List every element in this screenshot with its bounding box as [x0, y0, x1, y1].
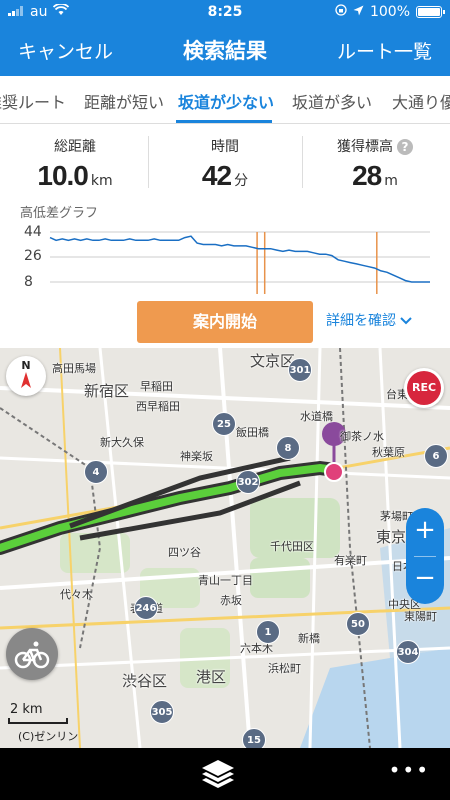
compass-button[interactable]: N	[6, 356, 46, 396]
map-district-label: 東京	[376, 528, 407, 546]
route-stats: 総距離 10.0 km 時間 42 分 獲得標高? 28 m	[0, 124, 450, 198]
map-place-label: 御茶ノ水	[340, 430, 384, 443]
map-district-label: 秋葉原	[372, 446, 405, 459]
map-place-label: 代々木	[60, 588, 93, 601]
bicycle-icon	[14, 641, 50, 669]
time-value-group: 42 分	[150, 160, 300, 192]
route-shield: 50	[346, 612, 370, 636]
more-menu-icon[interactable]: •••	[389, 758, 430, 782]
tab-fewer-slopes[interactable]: 坂道が少ない	[178, 89, 274, 113]
nav-bar: キャンセル 検索結果 ルート一覧	[0, 24, 450, 76]
map-place-label: 浜松町	[268, 662, 301, 675]
chevron-down-icon	[400, 313, 413, 329]
map-place-label: 有楽町	[334, 554, 367, 567]
tab-recommended[interactable]: 推奨ルート	[0, 89, 66, 113]
compass-label: N	[21, 359, 31, 372]
route-shield: 304	[396, 640, 420, 664]
record-label: REC	[407, 371, 441, 405]
map-district-label: 渋谷区	[122, 672, 168, 690]
zoom-in-button[interactable]: +	[406, 514, 444, 546]
elevation-value-group: 28 m	[300, 160, 450, 192]
distance-value: 10.0	[37, 160, 88, 191]
zoom-control: + −	[406, 508, 444, 604]
map-canvas	[0, 348, 450, 748]
map-place-label: 西早稲田	[136, 400, 180, 413]
route-shield: 301	[288, 358, 312, 382]
map-place-label: 水道橋	[300, 410, 333, 423]
orientation-lock-icon	[335, 4, 347, 20]
battery-icon	[416, 6, 445, 18]
status-right-group: 100%	[335, 4, 445, 20]
elevation-value: 28	[352, 160, 382, 191]
stat-divider	[148, 136, 149, 188]
location-icon	[353, 4, 364, 20]
stat-distance: 総距離 10.0 km	[0, 124, 150, 198]
tab-more-slopes[interactable]: 坂道が多い	[292, 89, 372, 113]
map-district-label: 港区	[196, 668, 227, 686]
distance-value-group: 10.0 km	[0, 160, 150, 192]
detail-link-label: 詳細を確認	[326, 313, 396, 329]
map-place-label: 神楽坂	[180, 450, 213, 463]
tab-main-roads[interactable]: 大通り優	[392, 89, 450, 113]
map-place-label: 青山一丁目	[198, 574, 253, 587]
route-shield: 4	[84, 460, 108, 484]
map-scale-bar	[8, 718, 68, 724]
route-shield: 6	[424, 444, 448, 468]
battery-label: 100%	[369, 4, 410, 20]
route-tabs: 推奨ルート 距離が短い 坂道が少ない 坂道が多い 大通り優	[0, 76, 450, 124]
route-shield: 305	[150, 700, 174, 724]
layers-icon[interactable]	[200, 756, 236, 792]
map-place-label: 飯田橋	[236, 426, 269, 439]
detail-link[interactable]: 詳細を確認	[326, 310, 413, 330]
route-list-button[interactable]: ルート一覧	[337, 37, 432, 64]
elevation-chart	[49, 231, 430, 294]
elevation-graph-area: 高低差グラフ 44 26 8 案内開始 詳細を確認	[0, 198, 450, 348]
route-shield: 25	[212, 412, 236, 436]
compass-needle-icon	[21, 372, 31, 388]
distance-label: 総距離	[54, 139, 96, 155]
tab-shortest[interactable]: 距離が短い	[84, 89, 164, 113]
map-place-label: 新大久保	[100, 436, 144, 449]
bottom-toolbar: •••	[0, 748, 450, 800]
time-label: 時間	[211, 139, 239, 155]
map-place-label: 赤坂	[220, 594, 242, 607]
active-tab-indicator	[176, 120, 272, 123]
start-guidance-button[interactable]: 案内開始	[137, 301, 313, 343]
status-bar: au 8:25 100%	[0, 0, 450, 24]
map-district-label: 千代田区	[270, 540, 314, 553]
help-icon[interactable]: ?	[397, 139, 413, 155]
map-place-label: 東陽町	[404, 610, 437, 623]
map-copyright: (C)ゼンリン	[18, 730, 79, 743]
route-shield: 1	[256, 620, 280, 644]
zoom-divider	[414, 556, 436, 557]
map-district-label: 新宿区	[84, 382, 130, 400]
bicycle-mode-button[interactable]	[6, 628, 58, 680]
distance-unit: km	[90, 173, 113, 189]
map-scale-label: 2 km	[10, 702, 43, 717]
map-place-label: 新橋	[298, 632, 320, 645]
elevation-unit: m	[384, 173, 398, 189]
time-unit: 分	[234, 173, 249, 189]
map-place-label: 早稲田	[140, 380, 173, 393]
record-button[interactable]: REC	[404, 368, 444, 408]
time-value: 42	[201, 160, 232, 191]
route-shield: 8	[276, 436, 300, 460]
map-place-label: 四ツ谷	[168, 546, 201, 559]
route-shield: 246	[134, 596, 158, 620]
elevation-label: 獲得標高	[337, 139, 393, 155]
stat-time: 時間 42 分	[150, 124, 300, 198]
route-shield: 302	[236, 470, 260, 494]
map-place-label: 高田馬場	[52, 362, 96, 375]
route-map[interactable]: 文京区 新宿区 渋谷区 港区 東京 中央区 千代田区 秋葉原 台東区 高田馬場 …	[0, 348, 450, 748]
elevation-series-line	[49, 235, 430, 283]
stat-elevation: 獲得標高? 28 m	[300, 124, 450, 198]
route-shield: 15	[242, 728, 266, 748]
elevation-label-group: 獲得標高?	[300, 136, 450, 156]
zoom-out-button[interactable]: −	[406, 562, 444, 594]
